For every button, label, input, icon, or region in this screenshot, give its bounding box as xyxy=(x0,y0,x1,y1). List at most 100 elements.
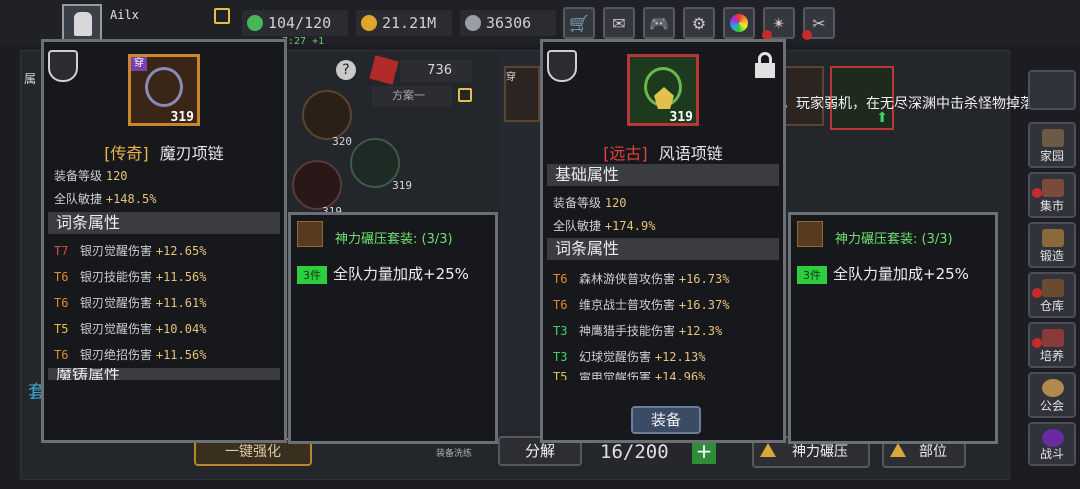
mail-icon: ✉ xyxy=(612,13,626,33)
color-wheel-button[interactable] xyxy=(723,7,755,39)
triangle-warning-icon xyxy=(890,443,906,457)
affix-row: T6 银刃技能伤害 +11.56% xyxy=(54,270,207,284)
affix-section-header: 词条属性 xyxy=(48,212,280,234)
expand-capacity-button[interactable]: + xyxy=(692,440,716,464)
equipment-wash-label[interactable]: 装备洗练 xyxy=(436,446,472,459)
stamina-value: 104/120 xyxy=(268,14,332,32)
gem-counter: 36306 xyxy=(460,10,556,36)
set-title: 神力碾压套装: (3/3) xyxy=(335,232,453,247)
equip-button[interactable]: 装备 xyxy=(631,406,701,434)
gold-value: 21.21M xyxy=(382,14,437,32)
affix-section-header: 词条属性 xyxy=(547,238,779,260)
set-filter-label: 神力碾压 xyxy=(792,444,848,460)
wear-tag: 穿 xyxy=(506,72,516,83)
bg-equip-slot-1[interactable]: 320 xyxy=(302,90,352,148)
item-name: 风语项链 xyxy=(658,144,723,163)
equipped-item-tooltip: 穿 319 [传奇] 魔刃项链 装备等级 120 全队敏捷 +148.5% 词条… xyxy=(41,39,287,443)
triangle-warning-icon xyxy=(760,443,776,457)
guild-icon xyxy=(1042,379,1064,397)
affix-row: T3 神鹰猎手技能伤害 +12.3% xyxy=(553,324,723,338)
sidebar-item-guild[interactable]: 公会 xyxy=(1028,372,1076,418)
sidebar-item-battle[interactable]: 战斗 xyxy=(1028,422,1076,466)
affix-row: T6 维京战士普攻伤害 +16.37% xyxy=(553,298,730,312)
set-bonus-panel-right: 神力碾压套装: (3/3) 3件 全队力量加成+25% xyxy=(788,212,998,444)
gem-icon xyxy=(465,15,481,31)
bg-item-card[interactable]: 穿 xyxy=(504,66,540,122)
sidebar-item-market[interactable]: 集市 xyxy=(1028,172,1076,218)
preset-select[interactable]: 方案一 xyxy=(372,86,452,106)
item-title: [远古] 风语项链 xyxy=(543,140,783,164)
affix-row: T7 银刃觉醒伤害 +12.65% xyxy=(54,244,207,258)
edit-name-icon[interactable] xyxy=(214,8,230,24)
lock-icon[interactable] xyxy=(753,52,777,78)
bg-equip-slot-2[interactable]: 319 xyxy=(350,138,412,192)
next-section-header-clip: 魔铸属性 xyxy=(48,368,280,380)
sidebar-item-warehouse[interactable]: 仓库 xyxy=(1028,272,1076,318)
item-icon: 穿 319 xyxy=(128,54,200,126)
help-icon[interactable]: ? xyxy=(336,60,356,80)
home-icon xyxy=(1042,129,1064,147)
bg-equip-slot-3[interactable]: 319 xyxy=(292,160,342,218)
left-tab-label: 属 xyxy=(24,72,37,86)
event-button[interactable]: ✴ xyxy=(762,7,795,40)
stamina-timer: 7:27 +1 xyxy=(282,36,325,47)
affix-row-clipped: T5 雷电觉醒伤害 +14.96% xyxy=(553,372,706,380)
burst-icon: ✴ xyxy=(772,13,786,33)
set-emblem-icon xyxy=(297,221,323,247)
sidebar-item-forge[interactable]: 锻造 xyxy=(1028,222,1076,268)
gamepad-button[interactable]: 🎮 xyxy=(643,7,675,39)
wear-tag: 穿 xyxy=(131,57,147,71)
set-emblem-icon xyxy=(797,221,823,247)
color-wheel-icon xyxy=(730,14,748,32)
necklace-slot-icon xyxy=(547,50,577,82)
gamepad-icon: 🎮 xyxy=(649,13,669,33)
tools-icon: ✂ xyxy=(812,13,826,33)
set-bonus-row: 3件 全队力量加成+25% xyxy=(297,263,469,284)
item-level: 319 xyxy=(170,110,194,125)
affix-row: T6 银刃觉醒伤害 +11.61% xyxy=(54,296,207,310)
preset-edit-icon[interactable] xyxy=(458,88,472,102)
gold-coin-icon xyxy=(361,15,377,31)
equip-level-row: 装备等级 120 xyxy=(54,169,128,183)
bg-item-level: 319 xyxy=(392,179,412,192)
forge-section-header: 魔铸属性 xyxy=(48,368,280,380)
gem-value: 36306 xyxy=(486,14,532,32)
affix-row: T6 森林游侠普攻伤害 +16.73% xyxy=(553,272,730,286)
set-piece-badge: 3件 xyxy=(797,266,827,284)
stamina-counter: 104/120 xyxy=(242,10,348,36)
bg-item-level: 320 xyxy=(332,135,352,148)
sidebar-item-character[interactable] xyxy=(1028,70,1076,110)
item-name: 魔刃项链 xyxy=(159,144,224,163)
slot-filter-label: 部位 xyxy=(919,444,947,460)
anvil-icon xyxy=(1042,229,1064,247)
item-icon: 319 xyxy=(627,54,699,126)
cultivate-icon xyxy=(1042,329,1064,347)
affix-row: T3 幻球觉醒伤害 +12.13% xyxy=(553,350,706,364)
avatar[interactable] xyxy=(62,4,102,42)
gear-icon: ⚙ xyxy=(691,13,707,33)
cart-icon: 🛒 xyxy=(569,13,589,33)
set-bonus-text: 全队力量加成+25% xyxy=(833,265,969,283)
base-stat-row: 全队敏捷 +174.9% xyxy=(553,219,656,233)
set-piece-badge: 3件 xyxy=(297,266,327,284)
base-stat-row: 全队敏捷 +148.5% xyxy=(54,192,157,206)
mail-button[interactable]: ✉ xyxy=(603,7,635,39)
set-title: 神力碾压套装: (3/3) xyxy=(835,232,953,247)
necklace-slot-icon xyxy=(48,50,78,82)
new-item-tooltip: 319 [远古] 风语项链 基础属性 装备等级 120 全队敏捷 +174.9%… xyxy=(540,39,786,443)
username: Ailx xyxy=(110,8,139,22)
necklace-icon xyxy=(145,67,183,107)
sidebar-item-cultivate[interactable]: 培养 xyxy=(1028,322,1076,368)
settings-button[interactable]: ⚙ xyxy=(683,7,715,39)
item-title: [传奇] 魔刃项链 xyxy=(44,140,284,164)
rarity-label: [传奇] xyxy=(104,144,149,163)
item-level: 319 xyxy=(669,110,693,125)
affix-row: T6 银刃绝招伤害 +11.56% xyxy=(54,348,207,362)
set-bonus-row: 3件 全队力量加成+25% xyxy=(797,263,969,284)
ruby-count: 736 xyxy=(400,60,472,82)
base-section-header: 基础属性 xyxy=(547,164,779,186)
shop-cart-button[interactable]: 🛒 xyxy=(563,7,595,39)
stamina-icon xyxy=(247,15,263,31)
tools-button[interactable]: ✂ xyxy=(802,7,835,40)
sidebar-item-home[interactable]: 家园 xyxy=(1028,122,1076,168)
